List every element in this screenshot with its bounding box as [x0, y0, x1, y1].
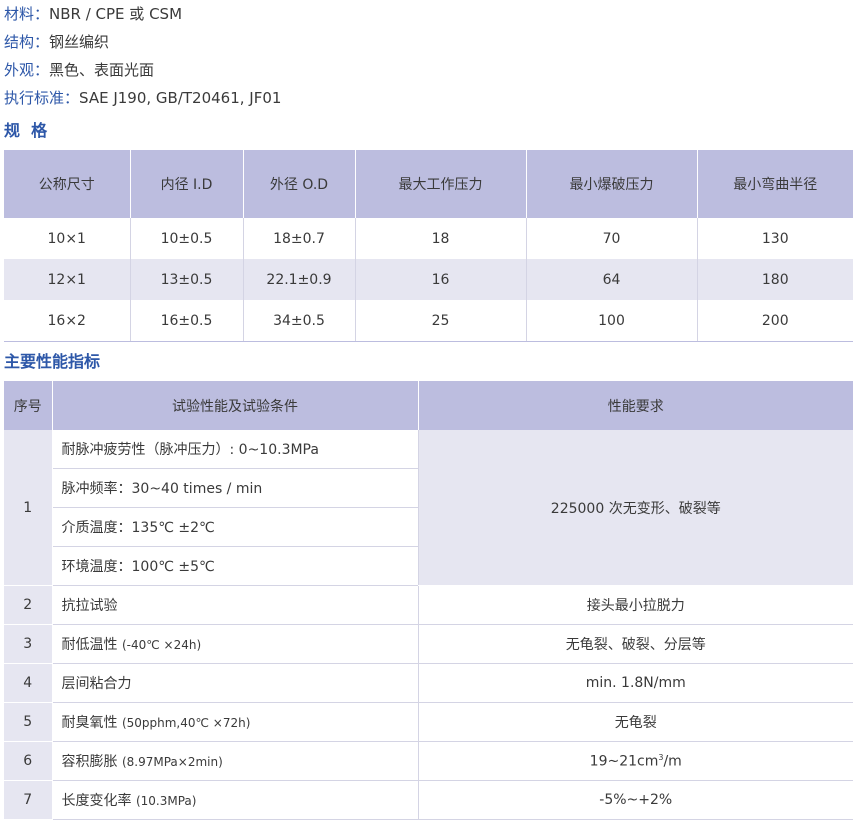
spec-cell: 64	[525, 259, 697, 300]
attr-material: 材料：NBR / CPE 或 CSM	[4, 4, 182, 24]
spec-cell: 22.1±0.9	[242, 259, 355, 300]
table-row: 3 耐低温性 (-40℃ ×24h) 无龟裂、破裂、分层等	[4, 624, 853, 664]
perf-cond-text: 耐低温性	[61, 637, 118, 653]
spec-header-cell: 最小弯曲半径	[696, 150, 853, 218]
perf-cond-cell: 耐低温性 (-40℃ ×24h)	[52, 624, 418, 664]
spec-cell: 180	[696, 259, 853, 300]
perf-header-cell: 序号	[4, 381, 52, 430]
perf-num-cell: 2	[4, 585, 53, 625]
attr-value: 黑色、表面光面	[49, 61, 155, 79]
table-row: 2 抗拉试验 接头最小拉脱力	[4, 585, 853, 625]
table-row: 5 耐臭氧性 (50pphm,40℃ ×72h) 无龟裂	[4, 702, 853, 742]
spec-table: 公称尺寸 内径 I.D 外径 O.D 最大工作压力 最小爆破压力 最小弯曲半径 …	[4, 150, 853, 342]
spec-cell: 16	[354, 259, 526, 300]
spec-cell: 16±0.5	[129, 300, 243, 342]
perf-header-cell: 性能要求	[417, 381, 853, 430]
perf-header-row: 序号 试验性能及试验条件 性能要求	[4, 381, 853, 430]
perf-cond-detail: (50pphm,40℃ ×72h)	[121, 716, 251, 730]
attr-value: SAE J190, GB/T20461, JF01	[79, 89, 282, 107]
spec-cell: 16×2	[4, 300, 130, 342]
spec-header-cell: 内径 I.D	[129, 150, 243, 218]
attr-value: 钢丝编织	[49, 33, 110, 51]
spec-header-cell: 公称尺寸	[4, 150, 130, 218]
attr-structure: 结构：钢丝编织	[4, 32, 109, 52]
attr-appearance: 外观：黑色、表面光面	[4, 60, 154, 80]
spec-cell: 10±0.5	[129, 218, 243, 259]
perf-cond-cell: 容积膨胀 (8.97MPa×2min)	[52, 741, 418, 781]
perf-req-cell: 19~21cm3/m	[417, 741, 853, 781]
spec-header-row: 公称尺寸 内径 I.D 外径 O.D 最大工作压力 最小爆破压力 最小弯曲半径	[4, 150, 853, 218]
perf-req-cell: 无龟裂	[417, 702, 853, 742]
spec-cell: 25	[354, 300, 526, 342]
table-row: 12×1 13±0.5 22.1±0.9 16 64 180	[4, 259, 853, 300]
spec-cell: 100	[525, 300, 697, 342]
perf-num-cell: 6	[4, 741, 53, 781]
perf-num-cell: 7	[4, 780, 53, 820]
table-row: 1 耐脉冲疲劳性（脉冲压力）: 0~10.3MPa 225000 次无变形、破裂…	[4, 430, 853, 586]
perf-cond-cell: 耐臭氧性 (50pphm,40℃ ×72h)	[52, 702, 418, 742]
perf-req-suffix: /m	[663, 753, 682, 770]
perf-num-cell: 5	[4, 702, 53, 742]
spec-cell: 130	[696, 218, 853, 259]
spec-cell: 70	[525, 218, 697, 259]
perf-num-cell: 3	[4, 624, 53, 664]
perf-cond-cell: 环境温度：100℃ ±5℃	[52, 546, 418, 586]
perf-num-cell: 4	[4, 663, 53, 703]
perf-cond-cell: 层间粘合力	[52, 663, 418, 703]
attr-key: 结构：	[4, 33, 50, 51]
perf-cond-cell: 耐脉冲疲劳性（脉冲压力）: 0~10.3MPa	[52, 430, 418, 469]
spec-cell: 34±0.5	[242, 300, 355, 342]
attr-key: 外观：	[4, 61, 50, 79]
table-row: 7 长度变化率 (10.3MPa) -5%~+2%	[4, 780, 853, 820]
perf-req-cell: min. 1.8N/mm	[417, 663, 853, 703]
perf-cond-text: 容积膨胀	[61, 754, 118, 770]
spec-header-cell: 最小爆破压力	[525, 150, 697, 218]
perf-cond-text: 层间粘合力	[61, 676, 132, 692]
attr-key: 执行标准：	[4, 89, 80, 107]
attr-standard: 执行标准：SAE J190, GB/T20461, JF01	[4, 88, 281, 108]
perf-cond-cell: 抗拉试验	[52, 585, 418, 625]
spec-title: 规 格	[4, 121, 48, 140]
perf-req-cell: 接头最小拉脱力	[417, 585, 853, 625]
perf-num-cell: 1	[4, 430, 53, 586]
perf-cond-detail: (8.97MPa×2min)	[121, 755, 223, 769]
spec-cell: 18±0.7	[242, 218, 355, 259]
perf-cond-cell: 长度变化率 (10.3MPa)	[52, 780, 418, 820]
perf-header-cell: 试验性能及试验条件	[51, 381, 418, 430]
perf-req-cell: 无龟裂、破裂、分层等	[417, 624, 853, 664]
attr-key: 材料：	[4, 5, 50, 23]
perf-req-text: 19~21cm	[589, 753, 659, 770]
table-row: 6 容积膨胀 (8.97MPa×2min) 19~21cm3/m	[4, 741, 853, 781]
perf-cond-text: 耐臭氧性	[61, 715, 118, 731]
table-row: 10×1 10±0.5 18±0.7 18 70 130	[4, 218, 853, 259]
perf-cond-detail: (-40℃ ×24h)	[121, 638, 202, 652]
spec-cell: 10×1	[47, 230, 86, 247]
spec-header-cell: 外径 O.D	[242, 150, 355, 218]
perf-cond-cell: 介质温度：135℃ ±2℃	[52, 507, 418, 547]
perf-cond-text: 长度变化率	[61, 793, 132, 809]
perf-title: 主要性能指标	[4, 352, 101, 371]
spec-cell: 13±0.5	[129, 259, 243, 300]
perf-cond-cell: 脉冲频率：30~40 times / min	[52, 468, 418, 508]
perf-table: 序号 试验性能及试验条件 性能要求 1 耐脉冲疲劳性（脉冲压力）: 0~10.3…	[4, 381, 853, 820]
attr-value: NBR / CPE 或 CSM	[49, 5, 183, 23]
spec-cell: 200	[696, 300, 853, 342]
perf-cond-text: 抗拉试验	[61, 598, 118, 614]
table-row: 16×2 16±0.5 34±0.5 25 100 200	[4, 300, 853, 342]
spec-header-cell: 最大工作压力	[354, 150, 526, 218]
perf-cond-detail: (10.3MPa)	[135, 794, 197, 808]
table-row: 4 层间粘合力 min. 1.8N/mm	[4, 663, 853, 703]
perf-req-cell: 225000 次无变形、破裂等	[417, 430, 853, 586]
spec-cell: 12×1	[4, 259, 130, 300]
perf-req-cell: -5%~+2%	[417, 780, 853, 820]
spec-cell: 18	[354, 218, 526, 259]
